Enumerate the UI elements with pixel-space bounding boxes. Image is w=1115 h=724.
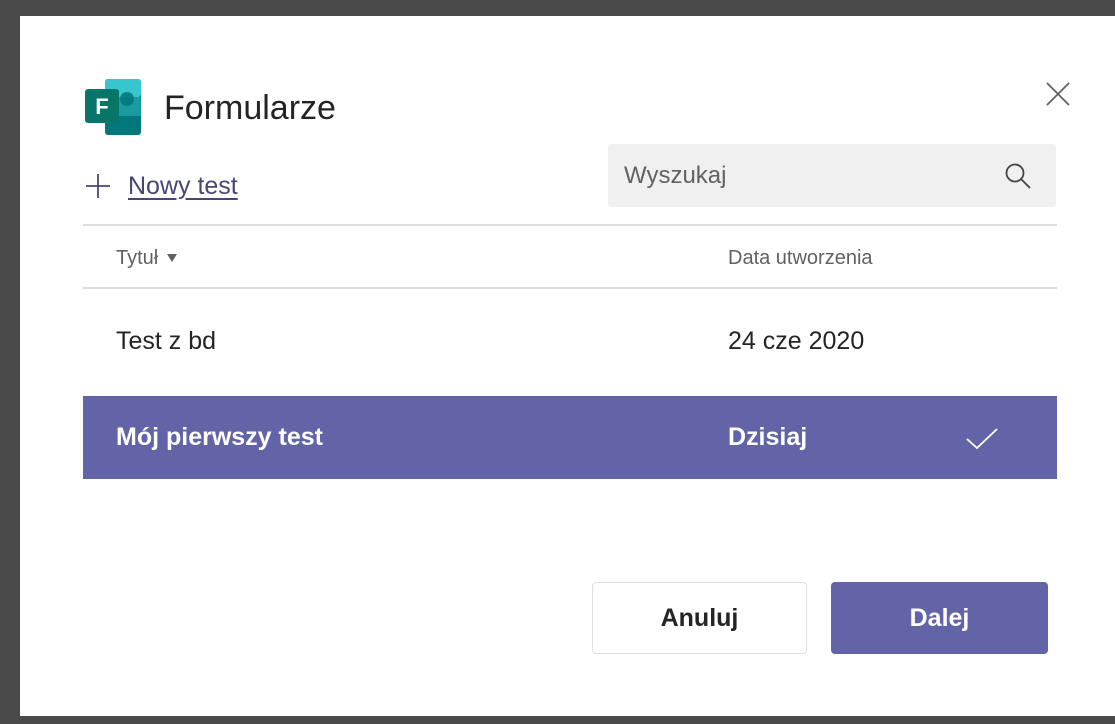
divider xyxy=(83,224,1057,226)
app-title: Formularze xyxy=(164,89,336,127)
close-icon xyxy=(1046,82,1070,106)
column-header-title-label: Tytuł xyxy=(116,247,159,269)
next-button[interactable]: Dalej xyxy=(831,582,1048,654)
row-date: 24 cze 2020 xyxy=(728,327,865,355)
cancel-button[interactable]: Anuluj xyxy=(592,582,807,654)
search-box xyxy=(608,144,1056,207)
table-row-selected[interactable]: Mój pierwszy test Dzisiaj xyxy=(83,396,1057,479)
divider xyxy=(83,287,1057,289)
new-test-label: Nowy test xyxy=(128,171,238,200)
forms-dialog: F Formularze Nowy test Tytuł Data utworz… xyxy=(20,16,1115,716)
sort-down-icon xyxy=(167,254,178,262)
table-row[interactable]: Test z bd 24 cze 2020 xyxy=(83,300,1057,383)
close-button[interactable] xyxy=(1042,78,1074,110)
new-test-link[interactable]: Nowy test xyxy=(84,168,238,204)
search-input[interactable] xyxy=(608,144,988,207)
plus-icon xyxy=(86,174,110,198)
checkmark-icon xyxy=(966,428,998,450)
forms-logo-icon: F xyxy=(83,75,147,139)
column-header-title[interactable]: Tytuł xyxy=(116,246,178,270)
logo-letter: F xyxy=(95,94,108,119)
row-date: Dzisiaj xyxy=(728,423,808,451)
column-header-date[interactable]: Data utworzenia xyxy=(728,246,873,270)
search-icon[interactable] xyxy=(1004,162,1032,190)
row-title: Test z bd xyxy=(116,327,217,355)
row-title: Mój pierwszy test xyxy=(116,423,323,451)
